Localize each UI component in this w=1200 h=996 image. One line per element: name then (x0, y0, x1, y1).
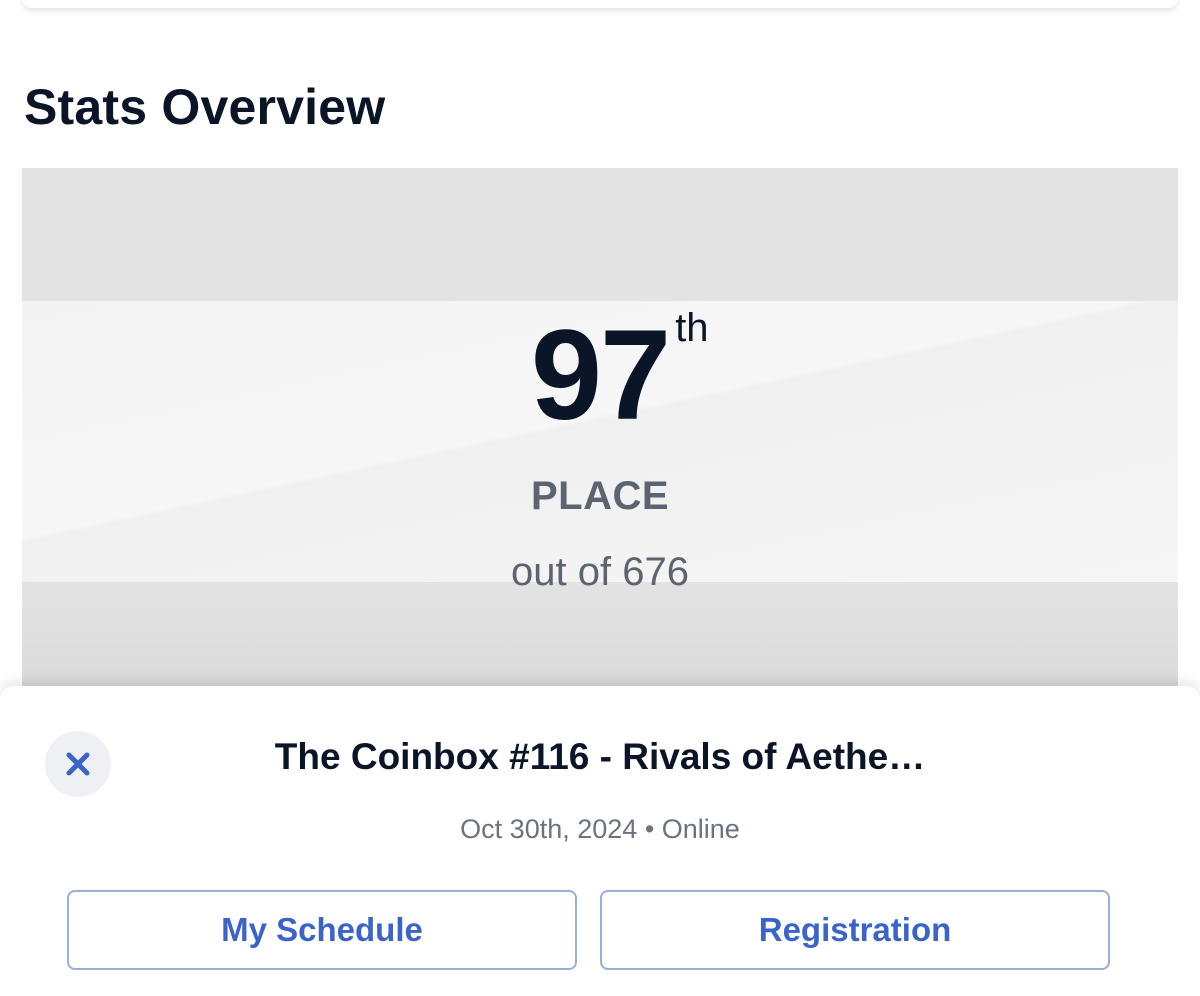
rank-number: 97th (530, 304, 709, 447)
close-icon (66, 752, 90, 776)
rank-display: 97th (22, 306, 1178, 446)
page: Stats Overview 97th PLACE out of 676 The… (0, 0, 1200, 996)
rank-label: PLACE (530, 474, 670, 518)
my-schedule-button[interactable]: My Schedule (67, 890, 577, 970)
rank-value: 97 (530, 304, 671, 447)
previous-card (22, 0, 1178, 8)
rank-total: out of 676 (511, 550, 689, 594)
event-bottom-sheet: The Coinbox #116 - Rivals of Aethe… Oct … (0, 686, 1200, 996)
close-button[interactable] (45, 731, 111, 797)
event-date: Oct 30th, 2024 (460, 814, 638, 844)
event-meta: Oct 30th, 2024 • Online (0, 814, 1200, 845)
meta-separator: • (644, 814, 655, 844)
stats-card: 97th PLACE out of 676 (22, 168, 1178, 728)
event-title: The Coinbox #116 - Rivals of Aethe… (274, 736, 926, 777)
registration-button[interactable]: Registration (600, 890, 1110, 970)
section-title: Stats Overview (24, 79, 386, 135)
event-location: Online (661, 814, 740, 844)
rank-suffix: th (675, 306, 709, 350)
